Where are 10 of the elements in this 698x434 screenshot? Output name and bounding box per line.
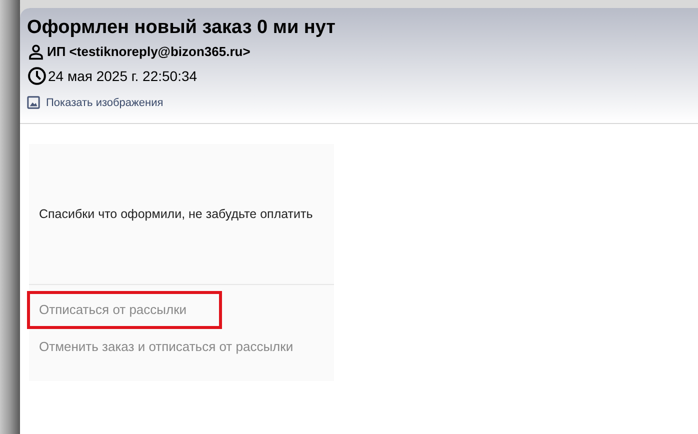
- email-subject: Оформлен новый заказ 0 ми нут: [27, 16, 336, 40]
- show-images-link[interactable]: Показать изображения: [27, 94, 164, 111]
- image-icon: [27, 96, 40, 110]
- email-date: 24 мая 2025 г. 22:50:34: [48, 66, 198, 86]
- clock-icon: [27, 66, 47, 86]
- email-link[interactable]: Отписаться от рассылки: [27, 291, 222, 328]
- email-message: Спасибки что оформили, не забудьте оплатить: [39, 206, 313, 223]
- person-icon: [27, 42, 45, 61]
- email-sender: ИП <testiknoreply@bizon365.ru>: [47, 43, 250, 61]
- email-link[interactable]: Отменить заказ и отписаться от рассылки: [29, 334, 334, 359]
